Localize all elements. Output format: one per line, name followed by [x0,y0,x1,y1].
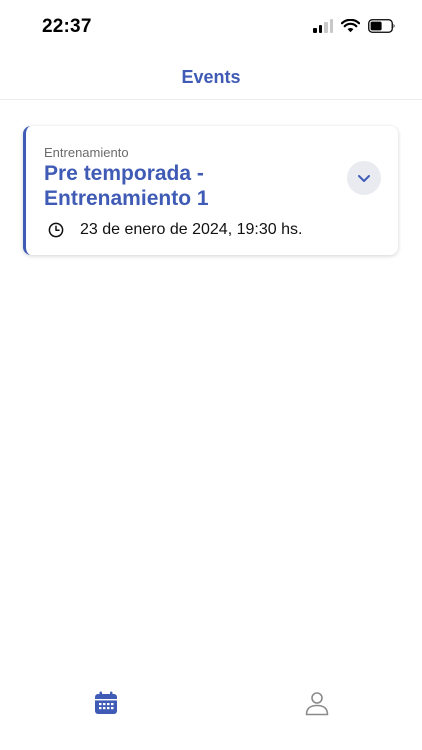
tab-calendar[interactable] [0,686,211,750]
event-category: Entrenamiento [44,145,129,160]
event-card[interactable]: Entrenamiento Pre temporada - Entrenamie… [23,126,398,255]
event-date-row: 23 de enero de 2024, 19:30 hs. [48,221,302,239]
tab-profile[interactable] [211,686,422,750]
page-title: Events [181,67,241,87]
clock-icon [48,222,64,238]
header: Events [0,56,422,100]
calendar-icon [94,691,117,714]
expand-button[interactable] [347,161,381,195]
event-title: Pre temporada - Entrenamiento 1 [44,162,209,210]
user-icon [305,692,328,716]
event-datetime: 23 de enero de 2024, 19:30 hs. [80,221,303,238]
status-bar: 22:37 [0,0,422,56]
wifi-icon [341,19,360,33]
tab-bar [0,686,422,750]
status-icons [313,19,396,33]
battery-icon [368,19,395,33]
status-time: 22:37 [42,16,92,37]
chevron-down-icon [358,174,370,182]
cellular-signal-icon [313,19,333,33]
